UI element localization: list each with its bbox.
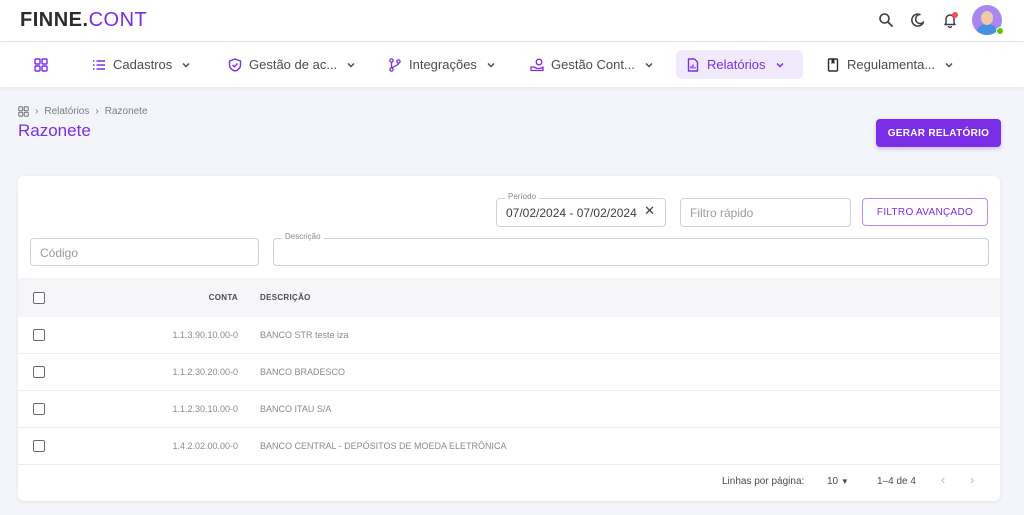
breadcrumb-separator-icon: › xyxy=(35,106,39,117)
chevron-down-icon xyxy=(347,62,355,68)
prev-page-icon[interactable]: ‹ xyxy=(941,472,945,487)
grid-icon xyxy=(34,57,48,72)
cell-descricao: BANCO STR teste iza xyxy=(260,330,349,340)
select-all-checkbox[interactable] xyxy=(33,292,45,304)
chevron-down-icon xyxy=(487,62,495,68)
column-header-conta[interactable]: CONTA xyxy=(209,293,238,302)
code-placeholder: Código xyxy=(40,246,79,260)
quick-filter-input[interactable]: Filtro rápido xyxy=(680,198,851,227)
notification-badge xyxy=(952,12,958,18)
description-label: Descrição xyxy=(282,232,324,241)
nav-item-gestao-acesso[interactable]: Gestão de ac... xyxy=(218,50,367,79)
rows-per-page-select[interactable]: 10 ▼ xyxy=(827,476,849,487)
code-input[interactable]: Código xyxy=(30,238,259,266)
caret-down-icon: ▼ xyxy=(840,477,849,486)
description-input[interactable]: Descrição xyxy=(273,232,989,266)
cell-conta: 1.1.3.90.10.00-0 xyxy=(172,330,238,340)
top-bar: FINNE.CONT xyxy=(0,0,1024,42)
book-icon xyxy=(827,57,839,72)
table-row[interactable]: 1.1.2.30.20.00-0 BANCO BRADESCO xyxy=(18,354,1000,391)
cell-conta: 1.1.2.30.10.00-0 xyxy=(172,404,238,414)
branch-icon xyxy=(389,57,401,72)
nav-label: Cadastros xyxy=(113,57,173,72)
nav-item-dashboard[interactable] xyxy=(24,50,65,79)
chevron-down-icon xyxy=(182,62,190,68)
advanced-filter-button[interactable]: FILTRO AVANÇADO xyxy=(862,198,988,226)
online-status-dot xyxy=(996,27,1004,35)
money-icon xyxy=(530,58,544,71)
shield-icon xyxy=(228,57,242,72)
app-logo[interactable]: FINNE.CONT xyxy=(20,9,147,32)
column-header-descricao[interactable]: DESCRIÇÃO xyxy=(260,293,311,302)
nav-item-relatorios[interactable]: Relatórios xyxy=(676,50,803,79)
nav-label: Relatórios xyxy=(707,57,766,72)
logo-bold-text: FINNE. xyxy=(20,9,89,31)
report-icon xyxy=(687,57,699,72)
table-row[interactable]: 1.4.2.02.00.00-0 BANCO CENTRAL - DEPÓSIT… xyxy=(18,428,1000,465)
table-row[interactable]: 1.1.3.90.10.00-0 BANCO STR teste iza xyxy=(18,317,1000,354)
next-page-icon[interactable]: › xyxy=(970,472,974,487)
moon-icon[interactable] xyxy=(908,10,928,30)
generate-report-button[interactable]: GERAR RELATÓRIO xyxy=(876,119,1001,147)
breadcrumb-separator-icon: › xyxy=(95,106,99,117)
report-card: Período 07/02/2024 - 07/02/2024 ✕ Filtro… xyxy=(18,176,1000,501)
period-label: Período xyxy=(505,192,540,201)
clear-icon[interactable]: ✕ xyxy=(644,203,655,219)
search-icon[interactable] xyxy=(876,10,896,30)
period-field[interactable]: Período 07/02/2024 - 07/02/2024 ✕ xyxy=(496,192,666,227)
chevron-down-icon xyxy=(645,62,653,68)
breadcrumb-item-razonete: Razonete xyxy=(104,106,148,117)
top-actions xyxy=(876,5,1002,35)
grid-icon[interactable] xyxy=(18,106,29,117)
nav-label: Integrações xyxy=(409,57,477,72)
chevron-down-icon xyxy=(776,62,784,68)
rows-per-page-value: 10 xyxy=(827,476,839,487)
period-value: 07/02/2024 - 07/02/2024 xyxy=(506,206,637,220)
nav-item-integracoes[interactable]: Integrações xyxy=(378,50,507,79)
nav-item-cadastros[interactable]: Cadastros xyxy=(82,50,202,79)
table-header: CONTA DESCRIÇÃO xyxy=(18,278,1000,317)
row-checkbox[interactable] xyxy=(33,329,45,341)
logo-light-text: CONT xyxy=(88,9,148,31)
row-checkbox[interactable] xyxy=(33,366,45,378)
nav-label: Regulamenta... xyxy=(847,57,936,72)
cell-conta: 1.4.2.02.00.00-0 xyxy=(172,441,238,451)
main-nav: Cadastros Gestão de ac... Integrações Ge… xyxy=(0,42,1024,87)
rows-per-page-label: Linhas por página: xyxy=(722,476,805,487)
bell-icon[interactable] xyxy=(940,10,960,30)
nav-item-gestao-contabil[interactable]: Gestão Cont... xyxy=(520,50,665,79)
cell-descricao: BANCO ITAU S/A xyxy=(260,404,332,414)
pagination: Linhas por página: 10 ▼ 1–4 de 4 ‹ › xyxy=(18,466,1000,501)
row-checkbox[interactable] xyxy=(33,403,45,415)
breadcrumb-item-relatorios[interactable]: Relatórios xyxy=(44,106,89,117)
cell-conta: 1.1.2.30.20.00-0 xyxy=(172,367,238,377)
list-icon xyxy=(93,59,105,70)
nav-item-regulamentacao[interactable]: Regulamenta... xyxy=(816,50,965,79)
cell-descricao: BANCO CENTRAL - DEPÓSITOS DE MOEDA ELETR… xyxy=(260,441,507,451)
page-title: Razonete xyxy=(18,121,91,140)
quick-filter-placeholder: Filtro rápido xyxy=(690,206,754,220)
chevron-down-icon xyxy=(945,62,953,68)
pagination-range: 1–4 de 4 xyxy=(877,476,916,487)
table-row[interactable]: 1.1.2.30.10.00-0 BANCO ITAU S/A xyxy=(18,391,1000,428)
row-checkbox[interactable] xyxy=(33,440,45,452)
nav-label: Gestão de ac... xyxy=(249,57,338,72)
cell-descricao: BANCO BRADESCO xyxy=(260,367,346,377)
breadcrumb: › Relatórios › Razonete xyxy=(18,106,148,117)
nav-label: Gestão Cont... xyxy=(551,57,635,72)
